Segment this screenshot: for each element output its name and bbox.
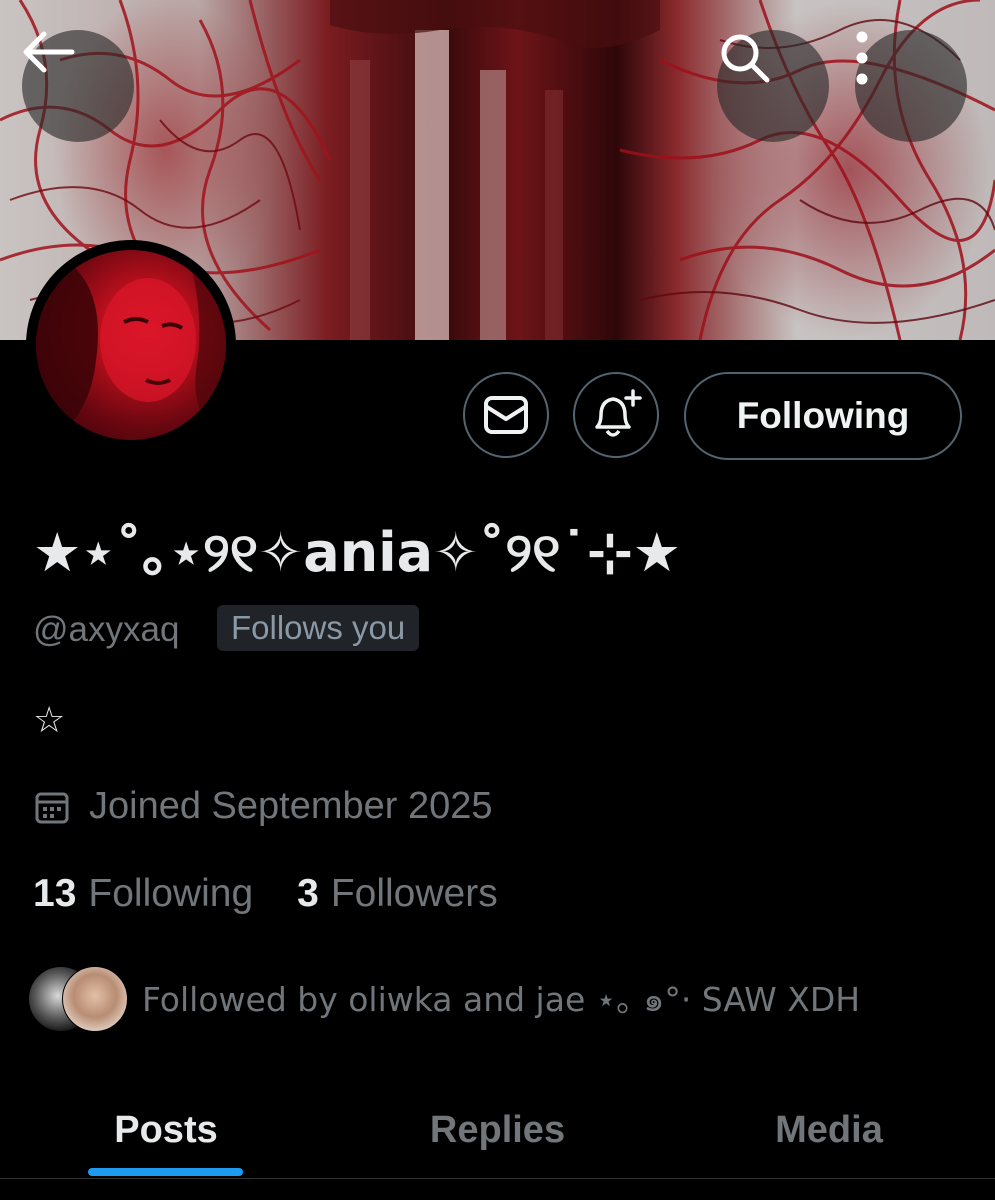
profile-tabs: Posts Replies Media [0,1085,995,1180]
followers-count: 3 [297,872,319,915]
follows-you-badge: Follows you [217,605,420,651]
arrow-left-icon [23,31,75,73]
avatar-image [36,250,226,440]
active-tab-indicator [88,1168,243,1176]
followed-by[interactable]: Followed by oliwka and jae ⋆｡ ๑°· SAW XD… [28,966,860,1032]
search-button[interactable] [717,30,829,142]
following-stat[interactable]: 13 Following [33,872,253,916]
back-button[interactable] [22,30,134,142]
more-options-button[interactable] [855,30,967,142]
calendar-icon [35,792,69,823]
tab-posts[interactable]: Posts [0,1085,332,1175]
notifications-button[interactable] [573,372,659,458]
joined-date: Joined September 2025 [35,785,493,828]
joined-text: Joined September 2025 [89,785,493,827]
tabs-divider [0,1178,995,1179]
tab-media[interactable]: Media [663,1085,995,1175]
follow-stats: 13 Following 3 Followers [33,872,498,916]
mutual-avatars [28,966,128,1032]
profile-avatar[interactable] [26,240,236,450]
message-button[interactable] [463,372,549,458]
handle: @axyxaq [33,610,180,649]
followed-by-text: Followed by oliwka and jae ⋆｡ ๑°· SAW XD… [142,979,861,1019]
followers-stat[interactable]: 3 Followers [297,872,498,916]
following-label: Following [88,872,254,915]
following-button[interactable]: Following [684,372,962,460]
bell-plus-icon [595,389,642,437]
display-name: ★⋆˚｡⋆୨୧✧ania✧˚୨୧˙⊹★ [33,521,682,584]
followers-label: Followers [330,872,498,915]
envelope-icon [484,396,528,434]
tab-replies[interactable]: Replies [332,1085,663,1175]
more-vertical-icon [856,31,868,85]
bio: ☆ [33,700,66,741]
search-icon [721,34,770,83]
mutual-avatar [62,966,128,1032]
following-count: 13 [33,872,77,915]
